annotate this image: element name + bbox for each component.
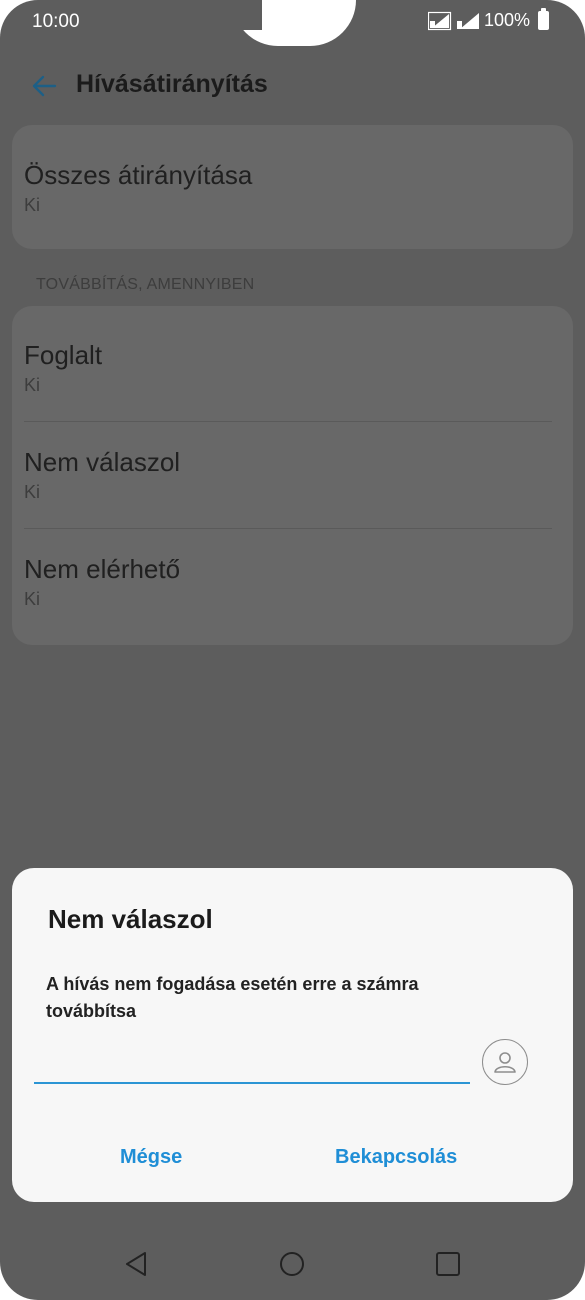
condition-title: Nem elérhető <box>24 554 181 584</box>
condition-value: Ki <box>24 375 41 395</box>
forwarding-dialog: Nem válaszol A hívás nem fogadása esetén… <box>12 868 573 1202</box>
all-forwarding-value: Ki <box>24 195 41 215</box>
camera-notch <box>232 0 356 46</box>
cancel-button[interactable]: Mégse <box>120 1146 182 1169</box>
condition-title: Foglalt <box>24 340 103 370</box>
arrow-back-icon[interactable] <box>30 72 58 100</box>
page-title: Hívásátirányítás <box>76 70 268 98</box>
section-header: TOVÁBBÍTÁS, AMENNYIBEN <box>36 276 255 293</box>
sim2-signal-icon <box>456 12 479 29</box>
condition-item-unreachable[interactable]: Nem elérhető Ki <box>24 554 544 610</box>
contact-picker-button[interactable] <box>482 1039 528 1085</box>
condition-item-no-answer[interactable]: Nem válaszol Ki <box>24 447 544 503</box>
dialog-message: A hívás nem fogadása esetén erre a számr… <box>46 974 419 1021</box>
all-forwarding-title: Összes átirányítása <box>24 160 253 190</box>
nav-home-circle-icon[interactable] <box>278 1250 306 1278</box>
status-time: 10:00 <box>32 11 80 32</box>
battery-percent: 100% <box>483 10 530 30</box>
condition-value: Ki <box>24 589 41 609</box>
nav-back-triangle-icon[interactable] <box>123 1250 151 1278</box>
battery-icon <box>538 8 549 30</box>
forward-number-input[interactable] <box>34 1040 470 1084</box>
sim1-signal-icon <box>427 11 452 30</box>
nav-recents-square-icon[interactable] <box>434 1250 462 1278</box>
dialog-title: Nem válaszol <box>48 904 213 934</box>
condition-value: Ki <box>24 482 41 502</box>
all-forwarding-item[interactable]: Összes átirányítása Ki <box>24 160 544 216</box>
condition-title: Nem válaszol <box>24 447 181 477</box>
divider <box>24 528 552 529</box>
contact-person-icon <box>494 1052 516 1073</box>
divider <box>24 421 552 422</box>
phone-screen: 10:00 100% Hívásátirányítás Összes átirá… <box>0 0 585 1300</box>
status-icons: 100% <box>427 8 549 31</box>
enable-button[interactable]: Bekapcsolás <box>335 1146 457 1169</box>
condition-item-busy[interactable]: Foglalt Ki <box>24 340 544 396</box>
